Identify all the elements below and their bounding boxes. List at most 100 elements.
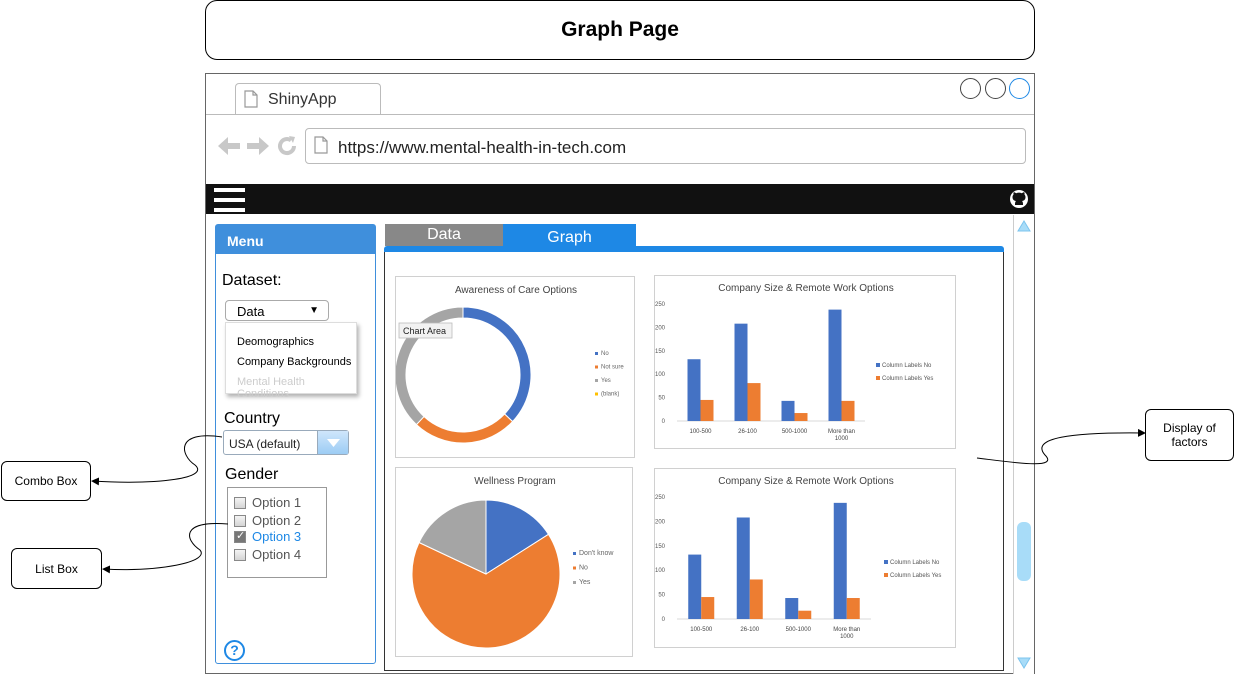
- window-control-icon[interactable]: [985, 78, 1006, 99]
- dataset-select[interactable]: Data ▼: [225, 300, 329, 321]
- browser-tab[interactable]: ShinyApp: [235, 83, 381, 115]
- url-bar[interactable]: https://www.mental-health-in-tech.com: [305, 128, 1026, 164]
- callout-text: factors: [1171, 435, 1208, 449]
- bar: [747, 383, 761, 421]
- dataset-selected-value: Data: [237, 304, 265, 319]
- x-tick-label: More than: [833, 627, 860, 633]
- y-tick-label: 250: [655, 495, 666, 501]
- vertical-scrollbar[interactable]: [1013, 215, 1034, 674]
- dataset-option-demographics[interactable]: Deomographics: [237, 336, 314, 348]
- y-tick-label: 150: [655, 544, 666, 550]
- company-size-bar-chart-2[interactable]: Company Size & Remote Work Options 0 50 100…: [654, 468, 956, 648]
- dataset-option-mental-health-conditions: Mental Health Conditions: [237, 376, 305, 400]
- checkbox[interactable]: [234, 515, 246, 527]
- scrollbar-thumb[interactable]: [1017, 522, 1031, 581]
- x-tick-label: 26-100: [738, 429, 757, 435]
- gender-option-1[interactable]: Option 1: [234, 495, 301, 510]
- chevron-down-icon: ▼: [309, 305, 319, 316]
- legend-label: Yes: [579, 579, 591, 586]
- gender-option-3[interactable]: Option 3: [234, 529, 301, 544]
- scroll-up-icon[interactable]: [1017, 219, 1031, 237]
- chart-title: Company Size & Remote Work Options: [718, 283, 893, 294]
- awareness-donut-chart[interactable]: Awareness of Care Options No Not sure Yes (b…: [395, 276, 635, 458]
- gender-option-2[interactable]: Option 2: [234, 513, 301, 528]
- y-tick-label: 50: [658, 396, 665, 402]
- app-navbar: [206, 184, 1034, 214]
- help-icon[interactable]: ?: [224, 640, 245, 661]
- page-title: Graph Page: [205, 0, 1035, 60]
- y-tick-label: 100: [655, 568, 666, 574]
- y-tick-label: 100: [655, 372, 666, 378]
- hamburger-menu-icon[interactable]: [214, 188, 245, 212]
- checkbox-checked[interactable]: [234, 529, 246, 543]
- bar: [846, 598, 860, 619]
- country-selected-value: USA (default): [229, 437, 301, 451]
- bar: [833, 502, 847, 619]
- country-combo-box[interactable]: USA (default): [223, 430, 349, 455]
- tab-strip-divider: [206, 114, 1034, 115]
- bar: [841, 400, 855, 421]
- gender-label: Gender: [225, 466, 279, 483]
- reload-icon[interactable]: [275, 134, 299, 163]
- y-tick-label: 0: [662, 617, 666, 623]
- company-size-bar-chart-1[interactable]: Company Size & Remote Work Options 0 50 100…: [654, 275, 956, 449]
- bar: [688, 554, 702, 619]
- pie-slice: [415, 413, 514, 444]
- wellness-pie-chart[interactable]: Wellness Program Don't know No Yes: [395, 467, 633, 657]
- x-tick-label: 1000: [835, 436, 849, 442]
- checkbox[interactable]: [234, 549, 246, 561]
- browser-tab-title: ShinyApp: [268, 91, 337, 108]
- legend-swatch: [573, 552, 576, 555]
- legend-swatch: [884, 573, 888, 577]
- forward-arrow-icon[interactable]: [245, 134, 271, 163]
- window-control-icon[interactable]: [960, 78, 981, 99]
- dataset-option-company-backgrounds[interactable]: Company Backgrounds: [237, 356, 351, 368]
- legend-label: Column Labels No: [890, 560, 940, 566]
- y-tick-label: 200: [655, 325, 666, 331]
- document-icon: [244, 90, 258, 113]
- gender-option-label: Option 3: [252, 529, 302, 544]
- x-tick-label: 500-1000: [786, 627, 812, 633]
- github-icon[interactable]: [1009, 189, 1029, 214]
- legend-label: Column Labels Yes: [882, 376, 933, 382]
- y-tick-label: 50: [658, 593, 665, 599]
- chart-tooltip-text: Chart Area: [403, 326, 446, 336]
- legend-swatch: [884, 560, 888, 564]
- y-tick-label: 200: [655, 519, 666, 525]
- gender-option-4[interactable]: Option 4: [234, 547, 301, 562]
- bar: [700, 399, 714, 421]
- chart-title: Wellness Program: [474, 476, 556, 487]
- chart-title: Awareness of Care Options: [455, 285, 577, 296]
- legend-swatch: [595, 392, 598, 396]
- bar: [734, 323, 748, 421]
- legend-swatch: [595, 352, 598, 355]
- tab-data[interactable]: Data: [385, 224, 503, 246]
- legend-swatch: [573, 581, 576, 584]
- legend-swatch: [876, 363, 880, 367]
- legend-label: (blank): [601, 392, 619, 398]
- chevron-down-icon[interactable]: [317, 431, 348, 454]
- checkbox[interactable]: [234, 497, 246, 509]
- tab-graph[interactable]: Graph: [503, 224, 636, 247]
- callout-combo-box: Combo Box: [1, 461, 91, 501]
- x-tick-label: 100-500: [689, 429, 712, 435]
- gender-option-label: Option 4: [252, 547, 302, 562]
- legend-label: No: [579, 565, 588, 572]
- back-arrow-icon[interactable]: [216, 134, 242, 163]
- x-tick-label: 26-100: [740, 627, 759, 633]
- dataset-label: Dataset:: [222, 272, 282, 289]
- legend-swatch: [595, 379, 598, 382]
- bar: [749, 579, 763, 619]
- dataset-dropdown-menu: Deomographics Company Backgrounds Mental…: [225, 322, 357, 400]
- x-tick-label: 500-1000: [782, 429, 808, 435]
- sidebar-title: Menu: [216, 225, 375, 254]
- scroll-down-icon[interactable]: [1017, 656, 1031, 674]
- x-tick-label: More than: [828, 429, 855, 435]
- y-tick-label: 250: [655, 302, 666, 308]
- legend-label: Yes: [601, 378, 611, 384]
- bar: [701, 597, 715, 619]
- legend-label: Column Labels No: [882, 363, 932, 369]
- legend-label: No: [601, 351, 609, 357]
- window-control-icon[interactable]: [1009, 78, 1030, 99]
- document-icon: [314, 136, 328, 159]
